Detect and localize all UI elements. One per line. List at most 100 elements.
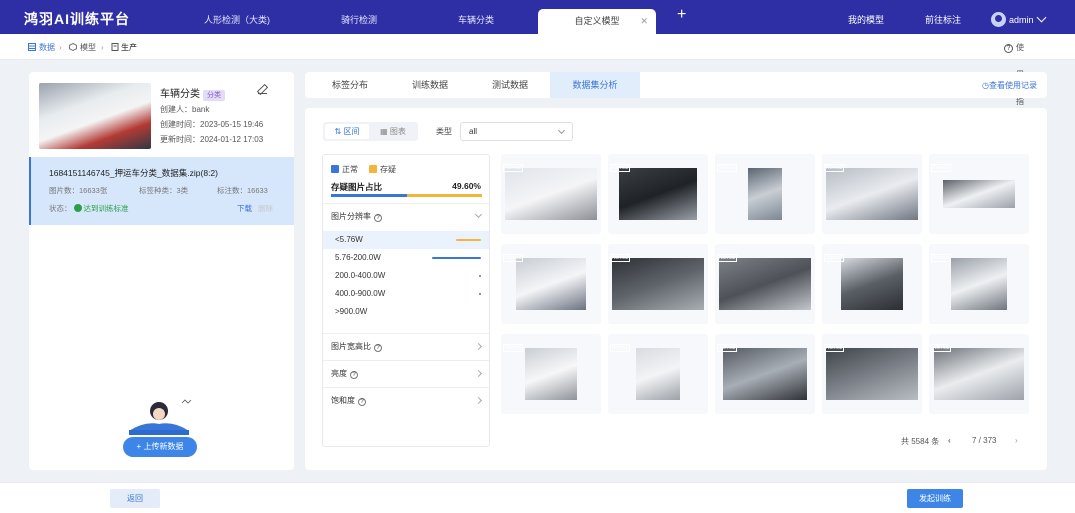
- tab-human-detect[interactable]: 人形检测（大类): [178, 0, 296, 34]
- vehicle-image: [748, 168, 782, 220]
- next-page-icon[interactable]: ›: [1015, 436, 1018, 445]
- resolution-range-bar: [432, 257, 481, 259]
- image-thumbnail[interactable]: Normal: [608, 154, 708, 234]
- chevron-down-icon: [474, 210, 483, 219]
- status-text: 达到训练标准: [83, 204, 129, 213]
- guide-link[interactable]: ?使用指南: [1004, 34, 1024, 133]
- interval-view-button[interactable]: ⇅ 区间: [325, 124, 369, 139]
- resolution-range-row[interactable]: 200.0-400.0W: [323, 267, 489, 285]
- dataset-title: 1684151146745_押运车分类_数据集.zip(8:2): [49, 168, 218, 178]
- chevron-right-icon: [474, 342, 483, 351]
- analysis-panel: ⇅ 区间 ▦ 图表 类型 all 正常 存疑 存疑图片占比 49.60% 图片分…: [305, 108, 1047, 470]
- upload-data-button[interactable]: + 上传新数据: [123, 437, 197, 457]
- chevron-right-icon: ›: [59, 43, 62, 52]
- image-thumbnail[interactable]: Normal: [608, 244, 708, 324]
- prev-page-icon[interactable]: ‹: [948, 436, 951, 445]
- image-thumbnail[interactable]: Normal: [929, 244, 1029, 324]
- view-toggle: ⇅ 区间 ▦ 图表: [323, 122, 418, 141]
- resolution-range-bar: [479, 275, 481, 277]
- download-link[interactable]: 下载: [237, 203, 252, 214]
- breadcrumb-model[interactable]: 模型: [80, 34, 96, 61]
- annotation-box-label: Normal: [503, 254, 524, 262]
- image-count: 图片数：16633张: [49, 186, 108, 195]
- usage-record-link[interactable]: ◷查看使用记录: [982, 72, 1037, 99]
- section-aspect[interactable]: 图片宽高比?: [323, 333, 489, 359]
- mascot-illustration: [124, 397, 194, 437]
- tab-test-data[interactable]: 测试数据: [465, 72, 555, 98]
- legend-suspect-label: 存疑: [380, 165, 396, 174]
- tab-ride-detect[interactable]: 骑行检测: [300, 0, 418, 34]
- vehicle-image: [826, 168, 918, 220]
- image-thumbnail[interactable]: Normal: [501, 154, 601, 234]
- suspect-ratio-value: 49.60%: [452, 181, 481, 191]
- close-icon[interactable]: ✕: [640, 9, 648, 34]
- usage-label: 查看使用记录: [989, 81, 1037, 90]
- tab-custom-model[interactable]: 自定义模型 ✕: [538, 9, 656, 34]
- avatar-icon[interactable]: [991, 12, 1006, 27]
- type-tag: 分类: [203, 90, 225, 101]
- legend-suspect: 存疑: [369, 164, 396, 175]
- status-label: 状态：: [49, 204, 72, 213]
- image-thumbnail[interactable]: Normal: [608, 334, 708, 414]
- image-thumbnail[interactable]: Normal: [929, 154, 1029, 234]
- image-thumbnail[interactable]: Normal: [822, 244, 922, 324]
- image-thumbnail[interactable]: Normal: [929, 334, 1029, 414]
- chevron-down-icon[interactable]: [1036, 12, 1047, 23]
- tab-vehicle-class[interactable]: 车辆分类: [417, 0, 535, 34]
- breadcrumb-prod: 生产: [121, 43, 137, 52]
- saturation-title: 饱和度: [331, 396, 355, 405]
- vehicle-image: [525, 348, 577, 400]
- image-thumbnail[interactable]: Normal: [501, 334, 601, 414]
- image-thumbnail[interactable]: Normal: [822, 334, 922, 414]
- vehicle-image: [612, 258, 704, 310]
- section-saturation[interactable]: 饱和度?: [323, 387, 489, 413]
- vehicle-image: [516, 258, 586, 310]
- interval-icon: ⇅: [334, 127, 342, 136]
- resolution-range-row[interactable]: <5.76W: [323, 231, 489, 249]
- database-icon: [28, 34, 36, 61]
- image-thumbnail[interactable]: Normal: [822, 154, 922, 234]
- image-thumbnail[interactable]: Normal: [715, 334, 815, 414]
- resolution-range-label: 200.0-400.0W: [335, 271, 386, 280]
- resolution-range-row[interactable]: >900.0W: [323, 303, 489, 321]
- resolution-range-row[interactable]: 5.76-200.0W: [323, 249, 489, 267]
- help-icon: ?: [374, 214, 382, 222]
- start-training-button[interactable]: 发起训练: [907, 489, 963, 508]
- vehicle-image: [505, 168, 597, 220]
- section-brightness[interactable]: 亮度?: [323, 360, 489, 386]
- back-button[interactable]: 返回: [110, 489, 160, 508]
- normal-swatch: [331, 165, 339, 173]
- chart-icon: ▦: [380, 127, 388, 136]
- image-thumbnail[interactable]: Normal: [715, 244, 815, 324]
- vehicle-image: [636, 348, 680, 400]
- tab-dataset-analysis[interactable]: 数据集分析: [550, 72, 640, 98]
- add-tab-icon[interactable]: +: [677, 6, 686, 24]
- resolution-range-label: 5.76-200.0W: [335, 253, 381, 262]
- check-circle-icon: [73, 204, 82, 212]
- resolution-range-row[interactable]: 400.0-900.0W: [323, 285, 489, 303]
- resolution-title: 图片分辨率: [331, 212, 371, 221]
- tab-label-distribution[interactable]: 标签分布: [305, 72, 395, 98]
- interval-label: 区间: [343, 127, 360, 136]
- ratio-fill: [331, 194, 408, 197]
- delete-link[interactable]: 删除: [258, 203, 273, 214]
- aspect-title: 图片宽高比: [331, 342, 371, 351]
- image-thumbnail[interactable]: Normal: [715, 154, 815, 234]
- type-select[interactable]: all: [460, 122, 573, 141]
- page-indicator: 7 / 373: [972, 436, 997, 445]
- edit-icon[interactable]: [258, 85, 267, 94]
- suspect-ratio-bar: [331, 194, 482, 197]
- breadcrumb-data[interactable]: 数据: [39, 34, 55, 61]
- document-icon: [111, 34, 119, 61]
- section-resolution[interactable]: 图片分辨率?: [323, 203, 489, 229]
- model-name: 车辆分类 分类: [160, 85, 225, 101]
- image-thumbnail[interactable]: Normal: [501, 244, 601, 324]
- help-icon: ?: [1004, 44, 1013, 53]
- panel-tabs: 标签分布 训练数据 测试数据 数据集分析 ◷查看使用记录: [305, 72, 1047, 98]
- brightness-title: 亮度: [331, 369, 347, 378]
- chart-view-button[interactable]: ▦ 图表: [371, 124, 415, 139]
- model-card: 车辆分类 分类 创建人：bank 创建时间：2023-05-15 19:46 更新…: [29, 72, 294, 470]
- chevron-right-icon: [474, 369, 483, 378]
- tab-train-data[interactable]: 训练数据: [385, 72, 475, 98]
- dataset-item[interactable]: 1684151146745_押运车分类_数据集.zip(8:2) 图片数：166…: [29, 157, 294, 225]
